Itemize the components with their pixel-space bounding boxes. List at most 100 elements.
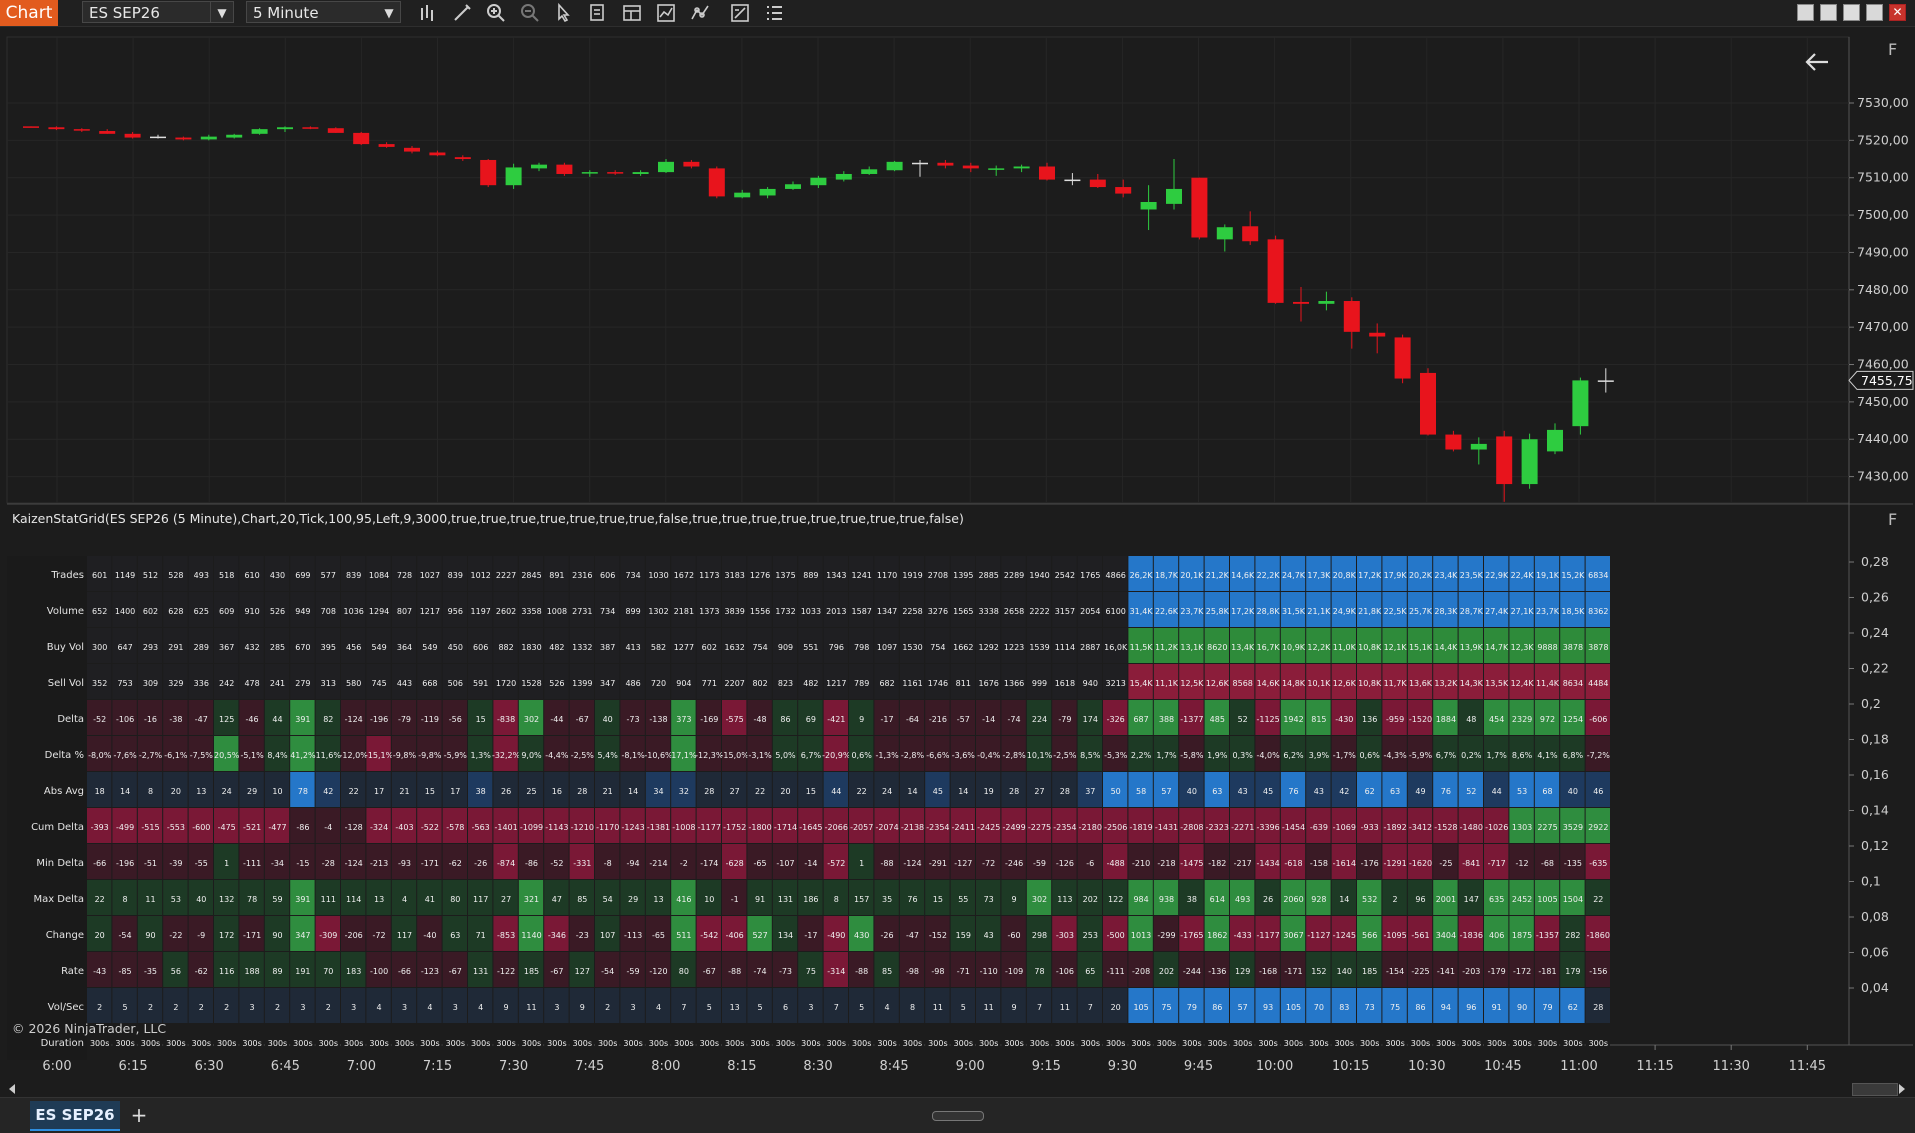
stat-cell-value: -1377 bbox=[1180, 715, 1203, 724]
stat-cell-value: -85 bbox=[119, 967, 132, 976]
properties-icon[interactable] bbox=[729, 2, 751, 24]
stat-cell-value: -2,5% bbox=[1053, 751, 1077, 760]
chevron-down-icon[interactable]: ▼ bbox=[378, 2, 400, 22]
indicator-tick-label: 0,1 bbox=[1861, 874, 1881, 889]
stat-cell-value: 5 bbox=[961, 1003, 966, 1012]
stat-cell-value: -158 bbox=[1310, 859, 1328, 868]
stat-cell-value: -7,2% bbox=[1587, 751, 1611, 760]
stat-cell-value: 11 bbox=[984, 1003, 994, 1012]
stat-cell-value: 1332 bbox=[572, 643, 592, 652]
indicator-tick-label: 0,14 bbox=[1861, 803, 1889, 818]
zoom-in-icon[interactable] bbox=[485, 2, 507, 24]
stat-cell-value: 96 bbox=[1415, 895, 1425, 904]
chevron-down-icon[interactable]: ▼ bbox=[210, 2, 233, 22]
stat-cell-value: 183 bbox=[346, 967, 361, 976]
stat-cell-value: -9 bbox=[197, 931, 205, 940]
window-snap-icon[interactable] bbox=[1820, 4, 1837, 21]
stat-cell-value: 22 bbox=[755, 787, 765, 796]
instrument-selector[interactable]: ES SEP26 ▼ bbox=[82, 1, 234, 23]
stat-cell-value: 300s bbox=[192, 1039, 211, 1048]
templates-icon[interactable] bbox=[621, 2, 643, 24]
stat-cell-value: -2354 bbox=[926, 823, 949, 832]
stat-cell-value: -94 bbox=[627, 859, 640, 868]
candle-body bbox=[302, 127, 319, 129]
horizontal-scrollbar[interactable] bbox=[1852, 1083, 1898, 1096]
stat-cell-value: 1587 bbox=[852, 607, 872, 616]
stat-cell-value: 1395 bbox=[953, 571, 973, 580]
stat-cell-value: -4,3% bbox=[1383, 751, 1407, 760]
window-tile-icon[interactable] bbox=[1797, 4, 1814, 21]
tab-es-sep26[interactable]: ES SEP26 bbox=[30, 1101, 120, 1131]
time-tick-label: 11:45 bbox=[1789, 1059, 1826, 1074]
bars-type-icon[interactable] bbox=[417, 2, 439, 24]
stat-cell-value: 15 bbox=[806, 787, 816, 796]
maximize-button[interactable] bbox=[1866, 4, 1883, 21]
resize-grip[interactable] bbox=[932, 1111, 984, 1121]
stat-cell-value: 754 bbox=[930, 643, 945, 652]
stat-cell-value: 7 bbox=[834, 1003, 839, 1012]
stat-cell-value: 1276 bbox=[750, 571, 770, 580]
stat-cell-value: -2354 bbox=[1053, 823, 1076, 832]
back-arrow-icon[interactable] bbox=[1804, 52, 1830, 72]
stat-cell-value: -168 bbox=[1259, 967, 1277, 976]
panel-button-bottom[interactable]: F bbox=[1888, 510, 1897, 529]
stat-cell-value: 300s bbox=[268, 1039, 287, 1048]
stat-cell-value: -181 bbox=[1538, 967, 1556, 976]
add-tab-button[interactable]: + bbox=[128, 1103, 150, 1127]
stat-cell-value: 34 bbox=[653, 787, 663, 796]
indicator-tick-label: 0,28 bbox=[1861, 554, 1889, 569]
row-label: Rate bbox=[61, 966, 84, 977]
stat-cell-value: 40 bbox=[1568, 787, 1578, 796]
strategies-icon[interactable] bbox=[689, 2, 711, 24]
time-tick-label: 6:45 bbox=[271, 1059, 300, 1074]
stat-cell-value: -1431 bbox=[1155, 823, 1178, 832]
zoom-out-icon[interactable] bbox=[519, 2, 541, 24]
stat-cell-value: 493 bbox=[1235, 895, 1250, 904]
stat-cell-value: 956 bbox=[448, 607, 463, 616]
stat-cell-value: 131 bbox=[473, 967, 488, 976]
stat-cell-value: 91 bbox=[1492, 1003, 1502, 1012]
stat-cell-value: 506 bbox=[448, 679, 463, 688]
chart-canvas[interactable]: 7530,007520,007510,007500,007490,007480,… bbox=[0, 27, 1915, 1097]
stat-cell-value: -1170 bbox=[596, 823, 619, 832]
pointer-icon[interactable] bbox=[553, 2, 575, 24]
row-label: Vol/Sec bbox=[48, 1002, 84, 1013]
stat-cell-value: 300s bbox=[649, 1039, 668, 1048]
scroll-left-icon[interactable] bbox=[7, 1082, 17, 1096]
stat-cell-value: -65 bbox=[754, 859, 767, 868]
stat-cell-value: -52 bbox=[550, 859, 563, 868]
scroll-right-icon[interactable] bbox=[1897, 1082, 1907, 1096]
stat-cell-value: 2001 bbox=[1436, 895, 1456, 904]
data-box-icon[interactable] bbox=[587, 2, 609, 24]
stat-cell-value: -28 bbox=[322, 859, 335, 868]
stat-cell-value: 140 bbox=[1337, 967, 1352, 976]
stat-cell-value: -490 bbox=[827, 931, 845, 940]
stat-cell-value: 174 bbox=[1083, 715, 1098, 724]
object-list-icon[interactable] bbox=[763, 2, 785, 24]
stat-cell-value: 76 bbox=[1441, 787, 1451, 796]
stat-cell-value: 57 bbox=[1161, 787, 1171, 796]
candle-body bbox=[1394, 337, 1411, 379]
stat-cell-value: 3 bbox=[453, 1003, 458, 1012]
stat-cell-value: 450 bbox=[448, 643, 463, 652]
minimize-button[interactable] bbox=[1843, 4, 1860, 21]
stat-cell-value: 82 bbox=[323, 715, 333, 724]
stat-cell-value: 21,8K bbox=[1358, 607, 1382, 616]
stat-cell-value: 300s bbox=[90, 1039, 109, 1048]
stat-cell-value: 601 bbox=[92, 571, 107, 580]
stat-cell-value: 2,2% bbox=[1131, 751, 1152, 760]
stat-cell-value: -838 bbox=[497, 715, 515, 724]
stat-cell-value: 610 bbox=[244, 571, 259, 580]
stat-cell-value: -1008 bbox=[672, 823, 695, 832]
close-button[interactable]: ✕ bbox=[1889, 4, 1906, 21]
interval-selector[interactable]: 5 Minute ▼ bbox=[246, 1, 401, 23]
stat-cell-value: 11 bbox=[145, 895, 155, 904]
drawing-tool-icon[interactable] bbox=[451, 2, 473, 24]
indicators-icon[interactable] bbox=[655, 2, 677, 24]
panel-button-top[interactable]: F bbox=[1888, 40, 1897, 59]
row-label: Change bbox=[46, 930, 84, 941]
stat-cell-value: -14 bbox=[804, 859, 817, 868]
stat-cell-value: 300s bbox=[573, 1039, 592, 1048]
stat-cell-value: 8568 bbox=[1233, 679, 1253, 688]
stat-cell-value: -128 bbox=[345, 823, 363, 832]
